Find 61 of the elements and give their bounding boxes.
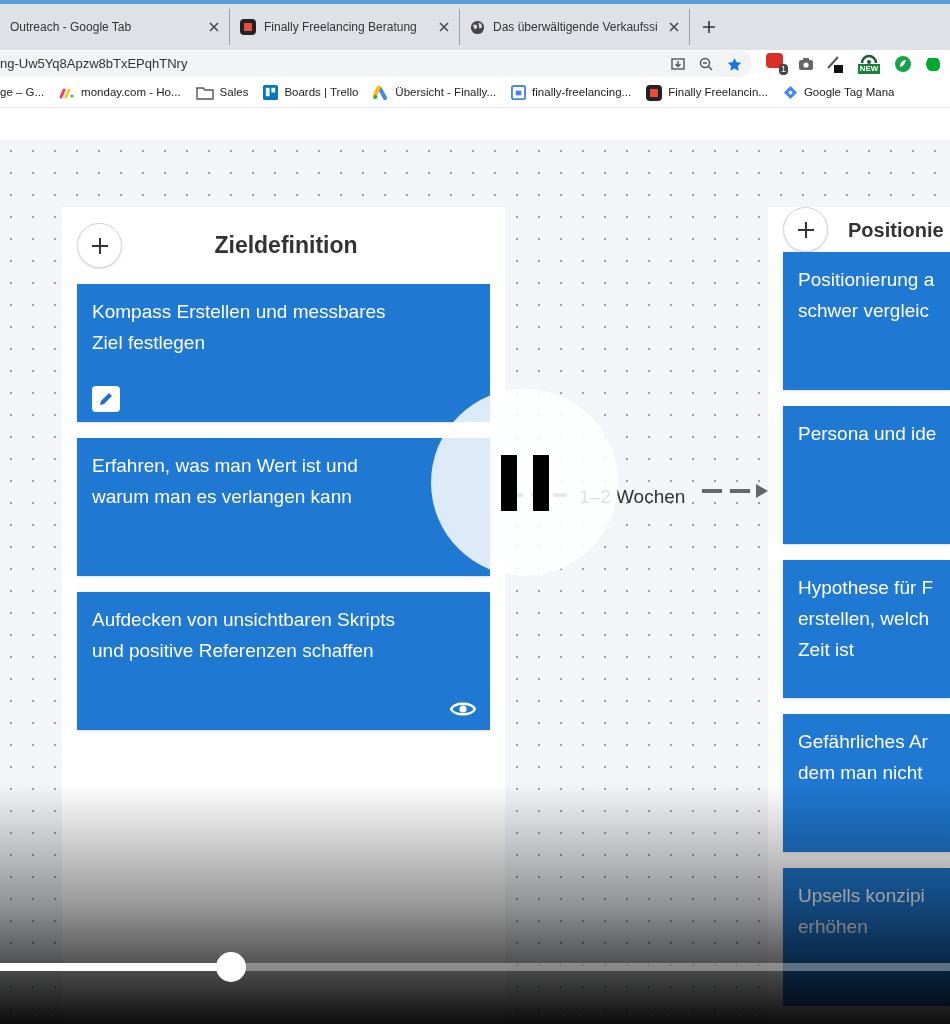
card-text: Erfahren, was man Wert ist und warum man es verlangen kann [92,454,359,509]
address-bar[interactable]: ng-Uw5Yq8Apzw8bTxEPqhTNry [0,51,752,77]
dots-logo-icon [59,86,76,99]
eye-icon[interactable] [450,700,476,718]
browser-tab[interactable]: Outreach - Google Tab [0,9,230,45]
close-icon[interactable] [209,22,219,32]
new-tab-icon[interactable] [702,20,716,34]
star-icon[interactable] [727,56,742,72]
leaf-icon[interactable] [894,55,912,73]
task-card[interactable]: Kompass Erstellen und messbares Ziel festlegen [77,284,490,422]
bookmark-link[interactable]: Finally Freelancin... [646,83,768,102]
browser-tab[interactable]: Das überwältigende Verkaufssi [460,9,690,45]
diamond-logo-icon [782,85,798,100]
card-text: Hypothese für F erstellen, welch Zeit ist [798,576,935,662]
add-button[interactable] [783,207,828,252]
signal-icon[interactable] [860,52,878,64]
globe-icon [470,19,485,35]
logo-icon [240,19,256,35]
column-title: Zieldefinition [213,231,359,261]
card-text: Gefährliches Ar dem man nicht [798,730,929,785]
eyedropper-icon[interactable] [826,54,844,74]
extension-badge: 1 [779,64,788,75]
zoom-icon[interactable] [699,57,713,71]
bookmark-link[interactable]: monday.com - Ho... [59,83,181,102]
new-badge: NEW [857,64,881,74]
plus-icon [90,236,109,255]
folder-icon [195,85,214,100]
task-card[interactable]: Aufdecken von unsichtbaren Skripts und positive Referenzen schaffen [77,592,490,730]
bookmark-link[interactable]: finally-freelancing... [511,83,632,102]
card-text: Upsells konzipi erhöhen [798,884,926,939]
task-card[interactable]: Hypothese für F erstellen, welch Zeit ist [783,560,950,698]
add-button[interactable] [77,223,122,268]
close-icon[interactable] [439,22,449,32]
logo-icon [646,84,663,101]
plus-icon [796,220,815,239]
dashed-arrow [702,483,768,499]
progress-track[interactable] [0,963,950,971]
task-card[interactable]: Persona und ide [783,406,950,544]
card-text: Kompass Erstellen und messbares Ziel festlegen [92,300,387,355]
task-card[interactable]: Gefährliches Ar dem man nicht [783,714,950,852]
column-title: Positionie [848,217,944,243]
task-card[interactable]: Positionierung a schwer vergleic [783,252,950,390]
extension-icon[interactable] [766,53,783,68]
bookmark-link[interactable]: Sales [195,83,249,102]
bookmark-link[interactable]: ge – G... [0,83,45,102]
pause-icon [500,454,549,511]
card-text: Persona und ide [798,422,938,446]
board-logo-icon [263,85,279,100]
triangle-logo-icon [373,85,390,100]
bookmark-link[interactable]: Übersicht - Finally... [373,83,497,102]
browser-tab[interactable]: Finally Freelancing Beratung [230,9,460,45]
pencil-icon [98,391,114,407]
card-text: Positionierung a schwer vergleic [798,268,936,323]
edit-button[interactable] [92,386,120,412]
bookmark-link[interactable]: Google Tag Mana [782,83,895,102]
install-icon[interactable] [671,57,685,71]
card-text: Aufdecken von unsichtbaren Skripts und positive Referenzen schaffen [92,608,397,663]
close-icon[interactable] [669,22,679,32]
camera-icon[interactable] [798,57,814,71]
bookmark-link[interactable]: Boards | Trello [263,83,359,102]
calendar-icon [511,85,527,100]
